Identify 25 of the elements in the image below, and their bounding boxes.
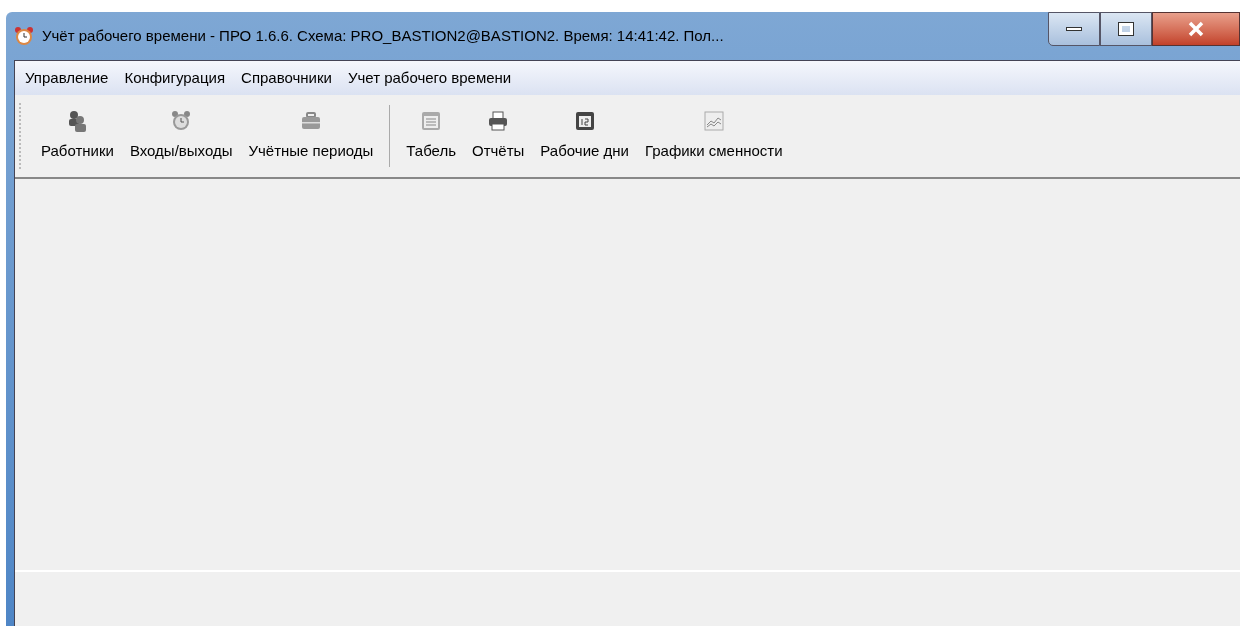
window-title: Учёт рабочего времени - ПРО 1.6.6. Схема: PRO_BASTION2@BASTION2. Время: 14:41:42. Пол... [42,25,724,46]
toolbox-icon [299,109,322,132]
menu-item[interactable]: Управление [19,66,115,90]
table-icon [420,109,443,132]
menu-item[interactable]: Конфигурация [118,66,232,90]
toolbar-button[interactable]: Работники [33,109,122,163]
minimize-button[interactable] [1048,12,1100,46]
close-button[interactable] [1152,12,1240,46]
toolbar-button[interactable]: Отчёты [464,109,533,163]
alarm-clock-icon [14,26,34,46]
toolbar-button[interactable]: Табель [398,109,464,163]
toolbar-grip[interactable] [19,103,23,169]
toolbar-button[interactable]: Учётные периоды [240,109,382,163]
menu-item[interactable]: Справочники [235,66,338,90]
alarm-clock-icon [170,109,193,132]
calendar-icon [573,109,596,132]
maximize-button[interactable] [1100,12,1152,46]
people-icon [66,109,89,132]
toolbar-button[interactable]: Входы/выходы [121,109,241,163]
toolbar-button[interactable]: Рабочие дни [532,109,637,163]
toolbar-button[interactable]: Графики сменности [636,109,791,163]
close-icon [1187,21,1205,37]
printer-icon [487,109,510,132]
menu-item[interactable]: Учет рабочего времени [341,66,518,90]
line-chart-icon [702,109,725,132]
